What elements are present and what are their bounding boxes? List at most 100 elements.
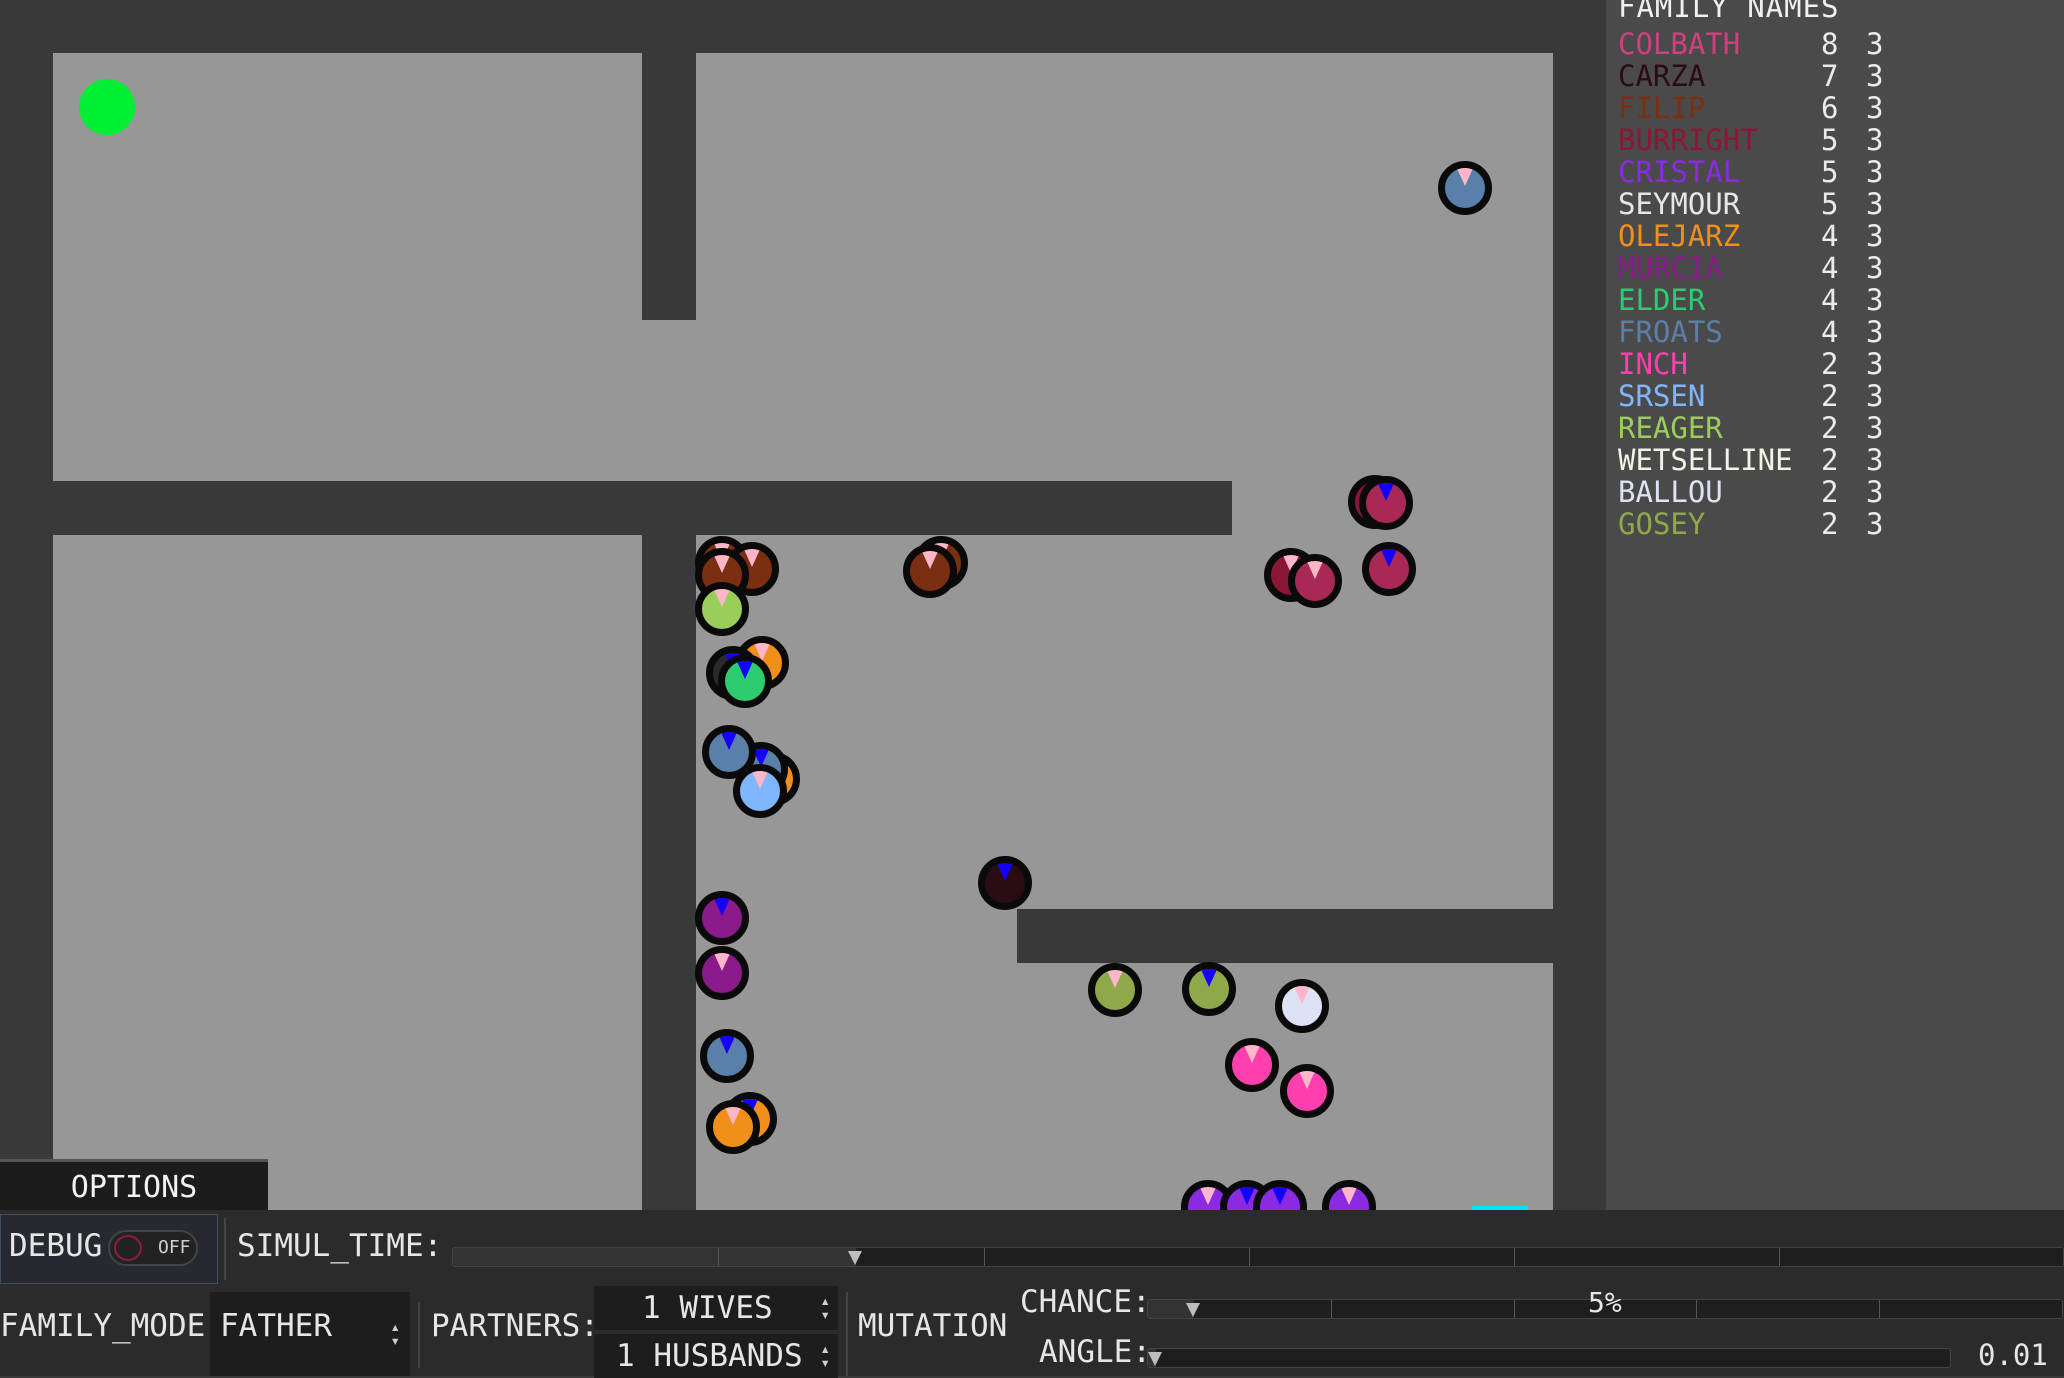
simul-time-label: SIMUL_TIME: [237, 1228, 443, 1264]
family-count: 8 [1821, 27, 1839, 61]
family-name: OLEJARZ [1618, 219, 1741, 253]
wall-vertical-top [642, 53, 696, 320]
family-name: REAGER [1618, 411, 1723, 445]
female-marker [1339, 1187, 1359, 1205]
family-name: COLBATH [1618, 27, 1741, 61]
family-count: 5 [1821, 123, 1839, 157]
angle-label: ANGLE: [1039, 1334, 1151, 1370]
agent [903, 544, 957, 598]
simul-time-slider[interactable] [452, 1247, 2064, 1267]
female-marker [1292, 986, 1312, 1004]
family-name: GOSEY [1618, 507, 1706, 541]
family-count: 4 [1821, 219, 1839, 253]
divider [224, 1218, 226, 1280]
male-marker [712, 898, 732, 916]
family-generation: 3 [1866, 219, 1884, 253]
female-marker [1198, 1187, 1218, 1205]
family-mode-value: FATHER [220, 1308, 332, 1344]
simulation-arena [0, 0, 1606, 1210]
options-tab[interactable]: OPTIONS [0, 1159, 268, 1212]
male-marker [719, 732, 739, 750]
agent [1088, 963, 1142, 1017]
family-count: 2 [1821, 507, 1839, 541]
family-count: 7 [1821, 59, 1839, 93]
family-name: BURRIGHT [1618, 123, 1758, 157]
female-marker [1305, 561, 1325, 579]
debug-label: DEBUG [9, 1228, 103, 1264]
family-mode-label: FAMILY_MODE: [0, 1308, 224, 1344]
family-generation: 3 [1866, 123, 1884, 157]
female-marker [712, 953, 732, 971]
family-name: ELDER [1618, 283, 1706, 317]
family-name: CARZA [1618, 59, 1706, 93]
family-mode-select[interactable]: FATHER ▴ ▾ [210, 1292, 410, 1376]
family-name: BALLOU [1618, 475, 1723, 509]
wives-spinbox[interactable]: 1 WIVES ▴ ▾ [594, 1286, 838, 1330]
family-count: 4 [1821, 283, 1839, 317]
debug-toggle[interactable]: OFF [108, 1230, 198, 1266]
agent [695, 891, 749, 945]
slider-tick [1779, 1248, 1780, 1266]
toggle-knob [114, 1235, 142, 1261]
female-marker [750, 771, 770, 789]
wives-value: 1 WIVES [642, 1290, 773, 1326]
family-name: INCH [1618, 347, 1688, 381]
female-marker [1105, 970, 1125, 988]
family-name: FILIP [1618, 91, 1706, 125]
slider-tick [1514, 1248, 1515, 1266]
male-marker [735, 661, 755, 679]
husbands-spinbox[interactable]: 1 HUSBANDS ▴ ▾ [594, 1334, 838, 1378]
partners-label: PARTNERS: [431, 1308, 599, 1344]
family-count: 4 [1821, 315, 1839, 349]
goal-marker [79, 79, 135, 135]
slider-tick [1249, 1248, 1250, 1266]
female-marker [712, 589, 732, 607]
family-generation: 3 [1866, 475, 1884, 509]
debug-state: OFF [158, 1237, 191, 1258]
family-generation: 3 [1866, 27, 1884, 61]
mutation-label: MUTATION [858, 1308, 1008, 1344]
family-count: 5 [1821, 187, 1839, 221]
female-marker [712, 555, 732, 573]
male-marker [1376, 483, 1396, 501]
divider [418, 1302, 420, 1368]
agent [1362, 542, 1416, 596]
select-arrows-icon: ▴ ▾ [390, 1317, 400, 1350]
family-name: SEYMOUR [1618, 187, 1741, 221]
male-marker [1270, 1187, 1290, 1205]
family-count: 4 [1821, 251, 1839, 285]
simul-time-slider-thumb[interactable] [847, 1251, 862, 1265]
female-marker [1242, 1045, 1262, 1063]
agent [1182, 962, 1236, 1016]
wall-horizontal-middle [53, 481, 1232, 535]
family-name: SRSEN [1618, 379, 1706, 413]
family-generation: 3 [1866, 411, 1884, 445]
slider-tick [1696, 1300, 1697, 1318]
agent [700, 1029, 754, 1083]
wall-vertical-bottom [642, 535, 696, 1210]
agent [1225, 1038, 1279, 1092]
family-count: 2 [1821, 379, 1839, 413]
room-bottom-left [53, 535, 642, 1210]
options-tab-label: OPTIONS [70, 1170, 198, 1205]
husbands-value: 1 HUSBANDS [616, 1338, 803, 1374]
slider-tick [1331, 1300, 1332, 1318]
spinner-arrows-icon[interactable]: ▴ ▾ [820, 1341, 830, 1371]
family-generation: 3 [1866, 379, 1884, 413]
spinner-arrows-icon[interactable]: ▴ ▾ [820, 1293, 830, 1323]
family-names-panel: FAMILY NAMES COLBATH 8 3 CARZA 7 3 FILIP 6 3 BURR… [1606, 0, 2064, 1210]
family-names-title: FAMILY NAMES [1618, 0, 1840, 24]
angle-slider[interactable] [1147, 1348, 1951, 1368]
slider-tick [1514, 1300, 1515, 1318]
slider-fill [453, 1248, 856, 1266]
family-generation: 3 [1866, 315, 1884, 349]
family-name: MURCIA [1618, 251, 1723, 285]
male-marker [717, 1036, 737, 1054]
angle-slider-thumb[interactable] [1148, 1352, 1163, 1366]
family-name: FROATS [1618, 315, 1723, 349]
angle-value: 0.01 [1978, 1338, 2048, 1372]
female-marker [723, 1107, 743, 1125]
agent [1288, 554, 1342, 608]
chance-slider-thumb[interactable] [1185, 1303, 1200, 1317]
agent [733, 764, 787, 818]
